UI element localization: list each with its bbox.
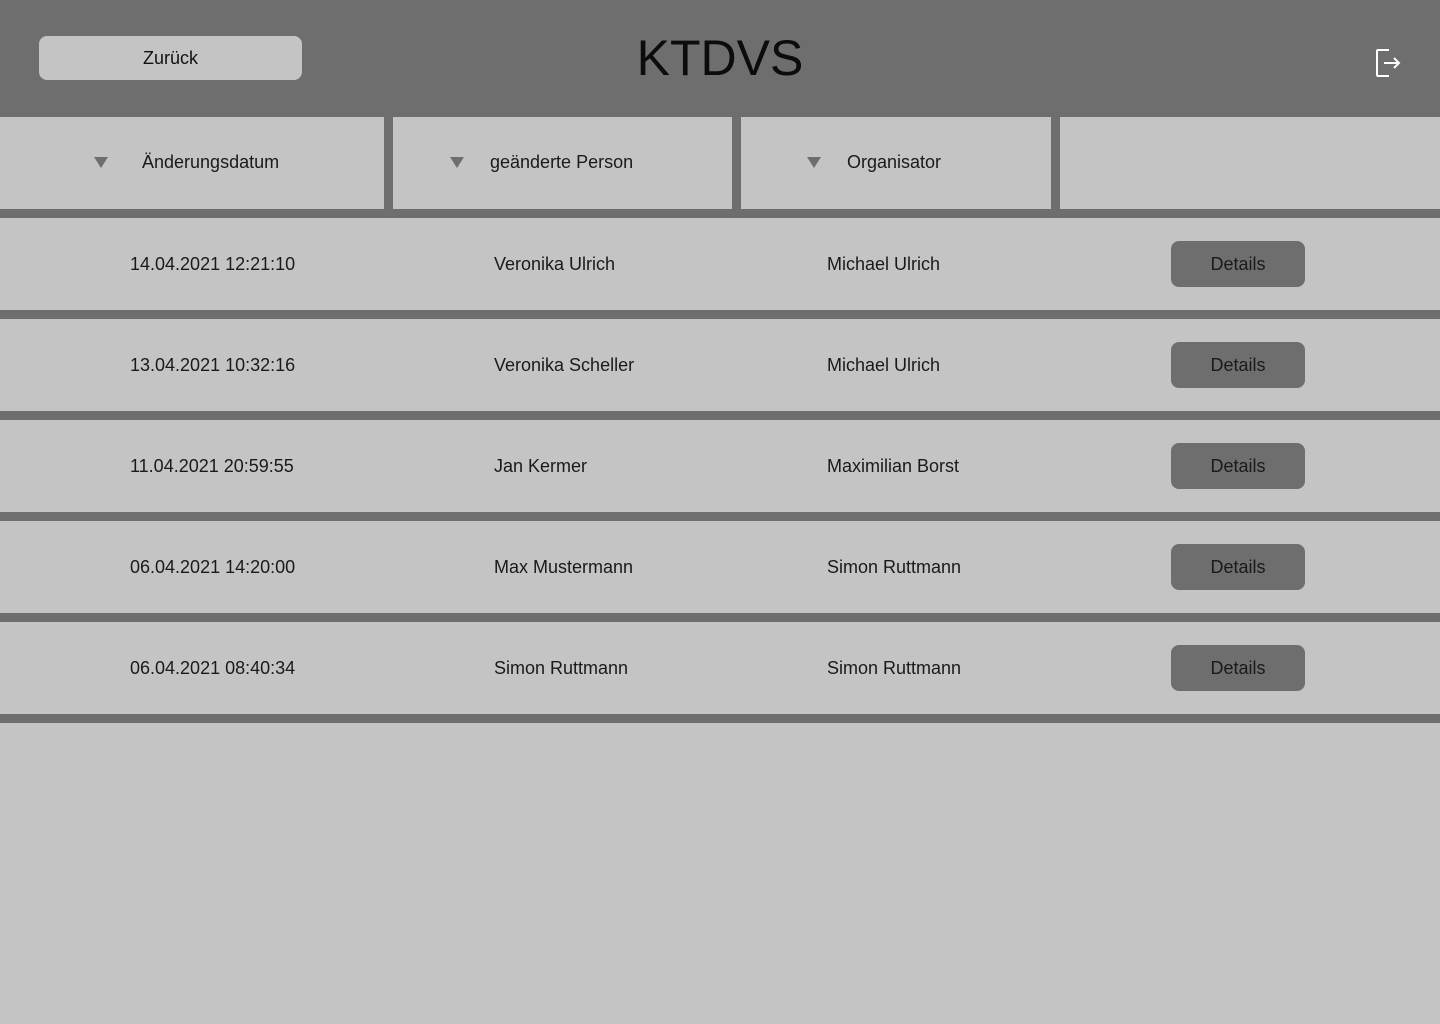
details-button[interactable]: Details: [1171, 544, 1305, 590]
column-divider: [384, 117, 393, 211]
details-button-label: Details: [1210, 253, 1266, 274]
row-divider: [0, 411, 1440, 420]
sort-down-icon[interactable]: [450, 157, 464, 168]
change-date-cell: 13.04.2021 10:32:16: [130, 355, 296, 375]
change-date-cell: 06.04.2021 08:40:34: [130, 658, 296, 678]
details-button-label: Details: [1210, 455, 1266, 476]
table-row: 06.04.2021 08:40:34 Simon Ruttmann Simon…: [0, 622, 1440, 714]
changed-person-cell: Veronika Ulrich: [494, 254, 616, 274]
back-button-label: Zurück: [142, 47, 198, 68]
sort-down-icon[interactable]: [94, 157, 108, 168]
row-divider: [0, 512, 1440, 521]
changed-person-cell: Simon Ruttmann: [494, 658, 629, 678]
column-divider: [1051, 117, 1060, 211]
changed-person-cell: Jan Kermer: [494, 456, 588, 476]
organizer-cell: Michael Ulrich: [827, 355, 941, 375]
table-row: 13.04.2021 10:32:16 Veronika Scheller Mi…: [0, 319, 1440, 411]
change-date-cell: 06.04.2021 14:20:00: [130, 557, 296, 577]
row-divider: [0, 310, 1440, 319]
table-row: 06.04.2021 14:20:00 Max Mustermann Simon…: [0, 521, 1440, 613]
column-header-label: Organisator: [847, 152, 942, 172]
column-header-actions: [1060, 117, 1440, 209]
details-button[interactable]: Details: [1171, 443, 1305, 489]
organizer-cell: Michael Ulrich: [827, 254, 941, 274]
column-header-change-date[interactable]: Änderungsdatum: [0, 117, 384, 209]
details-button[interactable]: Details: [1171, 342, 1305, 388]
column-header-organizer[interactable]: Organisator: [741, 117, 1051, 209]
column-header-label: Änderungsdatum: [142, 152, 280, 172]
row-divider: [0, 714, 1440, 723]
table-row: 14.04.2021 12:21:10 Veronika Ulrich Mich…: [0, 218, 1440, 310]
sort-down-icon[interactable]: [807, 157, 821, 168]
changed-person-cell: Veronika Scheller: [494, 355, 635, 375]
column-divider: [732, 117, 741, 211]
details-button[interactable]: Details: [1171, 241, 1305, 287]
details-button-label: Details: [1210, 354, 1266, 375]
organizer-cell: Simon Ruttmann: [827, 658, 962, 678]
logout-button[interactable]: [1370, 44, 1406, 82]
top-bar: Zurück KTDVS: [0, 0, 1440, 117]
column-header-changed-person[interactable]: geänderte Person: [393, 117, 732, 209]
change-date-cell: 14.04.2021 12:21:10: [130, 254, 296, 274]
table-row: 11.04.2021 20:59:55 Jan Kermer Maximilia…: [0, 420, 1440, 512]
details-button[interactable]: Details: [1171, 645, 1305, 691]
row-divider: [0, 613, 1440, 622]
change-date-cell: 11.04.2021 20:59:55: [130, 456, 294, 476]
column-header-label: geänderte Person: [490, 152, 634, 172]
app-title: KTDVS: [636, 30, 804, 86]
row-divider: [0, 209, 1440, 218]
changed-person-cell: Max Mustermann: [494, 557, 634, 577]
details-button-label: Details: [1210, 657, 1266, 678]
logout-icon: [1376, 49, 1401, 77]
back-button[interactable]: Zurück: [39, 36, 302, 80]
organizer-cell: Simon Ruttmann: [827, 557, 962, 577]
details-button-label: Details: [1210, 556, 1266, 577]
organizer-cell: Maximilian Borst: [827, 456, 960, 476]
